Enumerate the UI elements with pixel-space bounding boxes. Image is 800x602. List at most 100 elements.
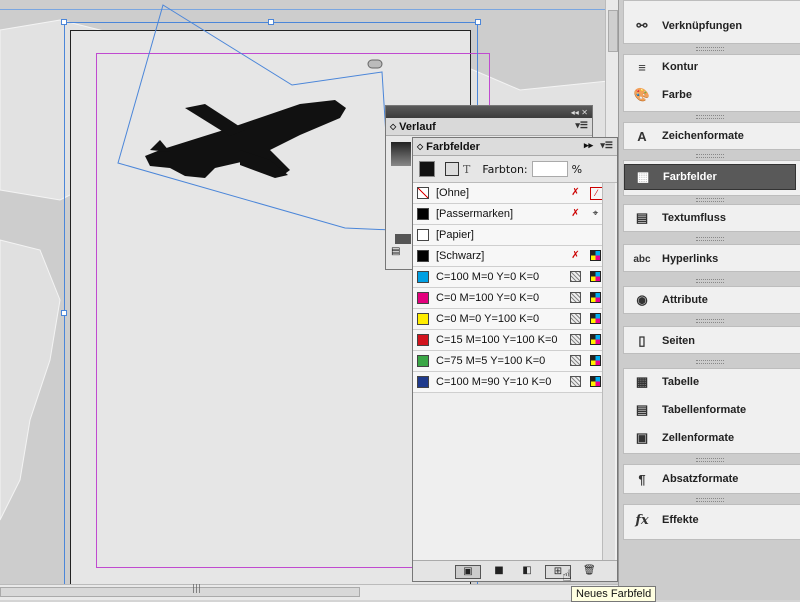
swatch-row-black[interactable]: [Schwarz] ✗ xyxy=(413,246,603,267)
dock-item-label: Absatzformate xyxy=(662,473,739,485)
dock-grip[interactable] xyxy=(624,197,796,203)
dock-grip[interactable] xyxy=(624,236,796,242)
expand-panel-icon[interactable]: ▸▸ xyxy=(584,140,593,151)
horizontal-scrollbar[interactable]: ||| xyxy=(0,584,618,600)
table-icon: ▦ xyxy=(635,374,649,389)
scroll-thumb[interactable] xyxy=(0,587,360,597)
process-color-icon xyxy=(570,313,581,324)
formatting-text-icon[interactable]: T xyxy=(463,163,470,176)
swatch-row-red[interactable]: C=15 M=100 Y=100 K=0 xyxy=(413,330,603,351)
dock-item-label: Seiten xyxy=(662,335,696,347)
swatch-row-blue[interactable]: C=100 M=90 Y=10 K=0 xyxy=(413,372,603,393)
panel-title: Farbfelder xyxy=(426,140,480,153)
gradient-stop[interactable] xyxy=(395,234,411,244)
dock-item-absatzformate[interactable]: ¶ Absatzformate xyxy=(624,466,796,492)
dock-item-label: Zellenformate xyxy=(662,432,735,444)
dock-item-seiten[interactable]: ▯ Seiten xyxy=(624,328,796,354)
process-color-icon xyxy=(570,376,581,387)
dock-item-effekte[interactable]: fx Effekte xyxy=(624,507,796,533)
dock-item-label: Textumfluss xyxy=(662,212,726,224)
panel-titlebar[interactable]: ◂◂ ✕ xyxy=(386,106,592,118)
show-gradient-swatches-icon[interactable]: ◧ xyxy=(521,565,533,577)
dock-item-tabellenformate[interactable]: ▤ Tabellenformate xyxy=(624,397,796,423)
frame-handle-top-middle[interactable] xyxy=(268,19,274,25)
swatches-toolbar: T Farbton: % xyxy=(413,156,617,183)
swatch-name: [Papier] xyxy=(436,229,474,241)
process-color-icon xyxy=(570,292,581,303)
dock-grip[interactable] xyxy=(624,278,796,284)
dock-item-hyperlinks[interactable]: abc Hyperlinks xyxy=(624,246,796,272)
swatch-row-yellow[interactable]: C=0 M=0 Y=100 K=0 xyxy=(413,309,603,330)
tab-verlauf[interactable]: ◇ Verlauf ▾☰ xyxy=(386,118,592,136)
collapse-icon[interactable]: ◂◂ xyxy=(571,108,579,117)
swatches-bottom-bar: ▣ ■ ◧ ⊞ 🗑 xyxy=(413,560,617,581)
dock-item-textumfluss[interactable]: ▤ Textumfluss xyxy=(624,205,796,231)
registration-icon: ⌖ xyxy=(592,208,599,219)
swatches-panel[interactable]: ◇ Farbfelder ▸▸ ▾☰ T Farbton: % [Ohne] ✗… xyxy=(412,137,618,582)
swatch-list-scrollbar[interactable] xyxy=(602,183,615,568)
cmyk-icon xyxy=(590,250,601,261)
dock-grip[interactable] xyxy=(624,318,796,324)
trash-icon[interactable]: 🗑 xyxy=(583,565,596,577)
frame-handle-top-left[interactable] xyxy=(61,19,67,25)
rotated-image-frame xyxy=(117,4,393,231)
effects-icon: fx xyxy=(635,512,649,528)
frame-handle-middle-left[interactable] xyxy=(61,310,67,316)
dock-grip[interactable] xyxy=(624,114,796,120)
swatch-color xyxy=(417,229,429,241)
swatch-row-magenta[interactable]: C=0 M=100 Y=0 K=0 xyxy=(413,288,603,309)
dock-item-zellenformate[interactable]: ▣ Zellenformate xyxy=(624,425,796,451)
dock-item-label: Zeichenformate xyxy=(662,130,744,142)
panel-menu-icon[interactable]: ▾☰ xyxy=(600,140,613,151)
dock-item-attribute[interactable]: ◉ Attribute xyxy=(624,287,796,313)
tab-farbfelder[interactable]: ◇ Farbfelder ▸▸ ▾☰ xyxy=(413,138,617,156)
dock-item-verknuepfungen[interactable]: ⚯ Verknüpfungen xyxy=(624,13,796,39)
dock-grip[interactable] xyxy=(624,457,796,463)
dock-grip[interactable] xyxy=(624,46,796,52)
show-color-swatches-icon[interactable]: ■ xyxy=(493,565,505,577)
process-color-icon xyxy=(570,271,581,282)
swatch-row-none[interactable]: [Ohne] ✗ ⁄ xyxy=(413,183,603,204)
tint-unit: % xyxy=(571,162,583,176)
dock-grip[interactable] xyxy=(624,497,796,503)
fill-stroke-icon[interactable] xyxy=(419,161,435,177)
table-styles-icon: ▤ xyxy=(635,402,649,417)
character-styles-icon: A xyxy=(637,128,647,144)
dock-item-label: Attribute xyxy=(662,294,708,306)
dock-grip[interactable] xyxy=(624,153,796,159)
swatch-row-registration[interactable]: [Passermarken] ✗ ⌖ xyxy=(413,204,603,225)
dock-item-label: Tabelle xyxy=(662,376,700,388)
swatch-color xyxy=(417,313,429,325)
dock-grip[interactable] xyxy=(624,359,796,365)
no-edit-icon: ✗ xyxy=(571,250,580,261)
stroke-icon: ≡ xyxy=(638,59,646,75)
swatch-color xyxy=(417,334,429,346)
close-icon[interactable]: ✕ xyxy=(581,108,588,117)
swatch-list: [Ohne] ✗ ⁄ [Passermarken] ✗ ⌖ [Papier] [… xyxy=(413,183,603,393)
formatting-container-icon[interactable] xyxy=(445,162,459,176)
swatch-row-green[interactable]: C=75 M=5 Y=100 K=0 xyxy=(413,351,603,372)
frame-handle-top-right[interactable] xyxy=(475,19,481,25)
trash-icon[interactable]: ▤ xyxy=(391,246,400,257)
cmyk-icon xyxy=(590,334,601,345)
process-color-icon xyxy=(570,334,581,345)
show-swatches-icon[interactable]: ▣ xyxy=(455,565,481,579)
no-edit-icon: ✗ xyxy=(571,208,580,219)
panel-menu-icon[interactable]: ▾☰ xyxy=(575,120,588,131)
panel-title: Verlauf xyxy=(399,120,436,133)
swatch-color xyxy=(417,376,429,388)
swatch-color xyxy=(417,187,429,199)
expand-arrows-icon: ◇ xyxy=(390,122,397,131)
swatch-row-cyan[interactable]: C=100 M=0 Y=0 K=0 xyxy=(413,267,603,288)
swatch-row-paper[interactable]: [Papier] xyxy=(413,225,603,246)
scroll-thumb[interactable] xyxy=(608,10,618,52)
tint-input[interactable] xyxy=(531,161,568,177)
gradient-preview xyxy=(391,142,411,166)
dock-item-farbfelder[interactable]: ▦ Farbfelder xyxy=(624,164,796,190)
cmyk-icon xyxy=(590,313,601,324)
dock-item-tabelle[interactable]: ▦ Tabelle xyxy=(624,369,796,395)
dock-item-zeichenformate[interactable]: A Zeichenformate xyxy=(624,123,796,149)
airplane-image xyxy=(145,100,346,178)
dock-item-kontur[interactable]: ≡ Kontur xyxy=(624,54,796,80)
dock-item-farbe[interactable]: 🎨 Farbe xyxy=(624,82,796,108)
